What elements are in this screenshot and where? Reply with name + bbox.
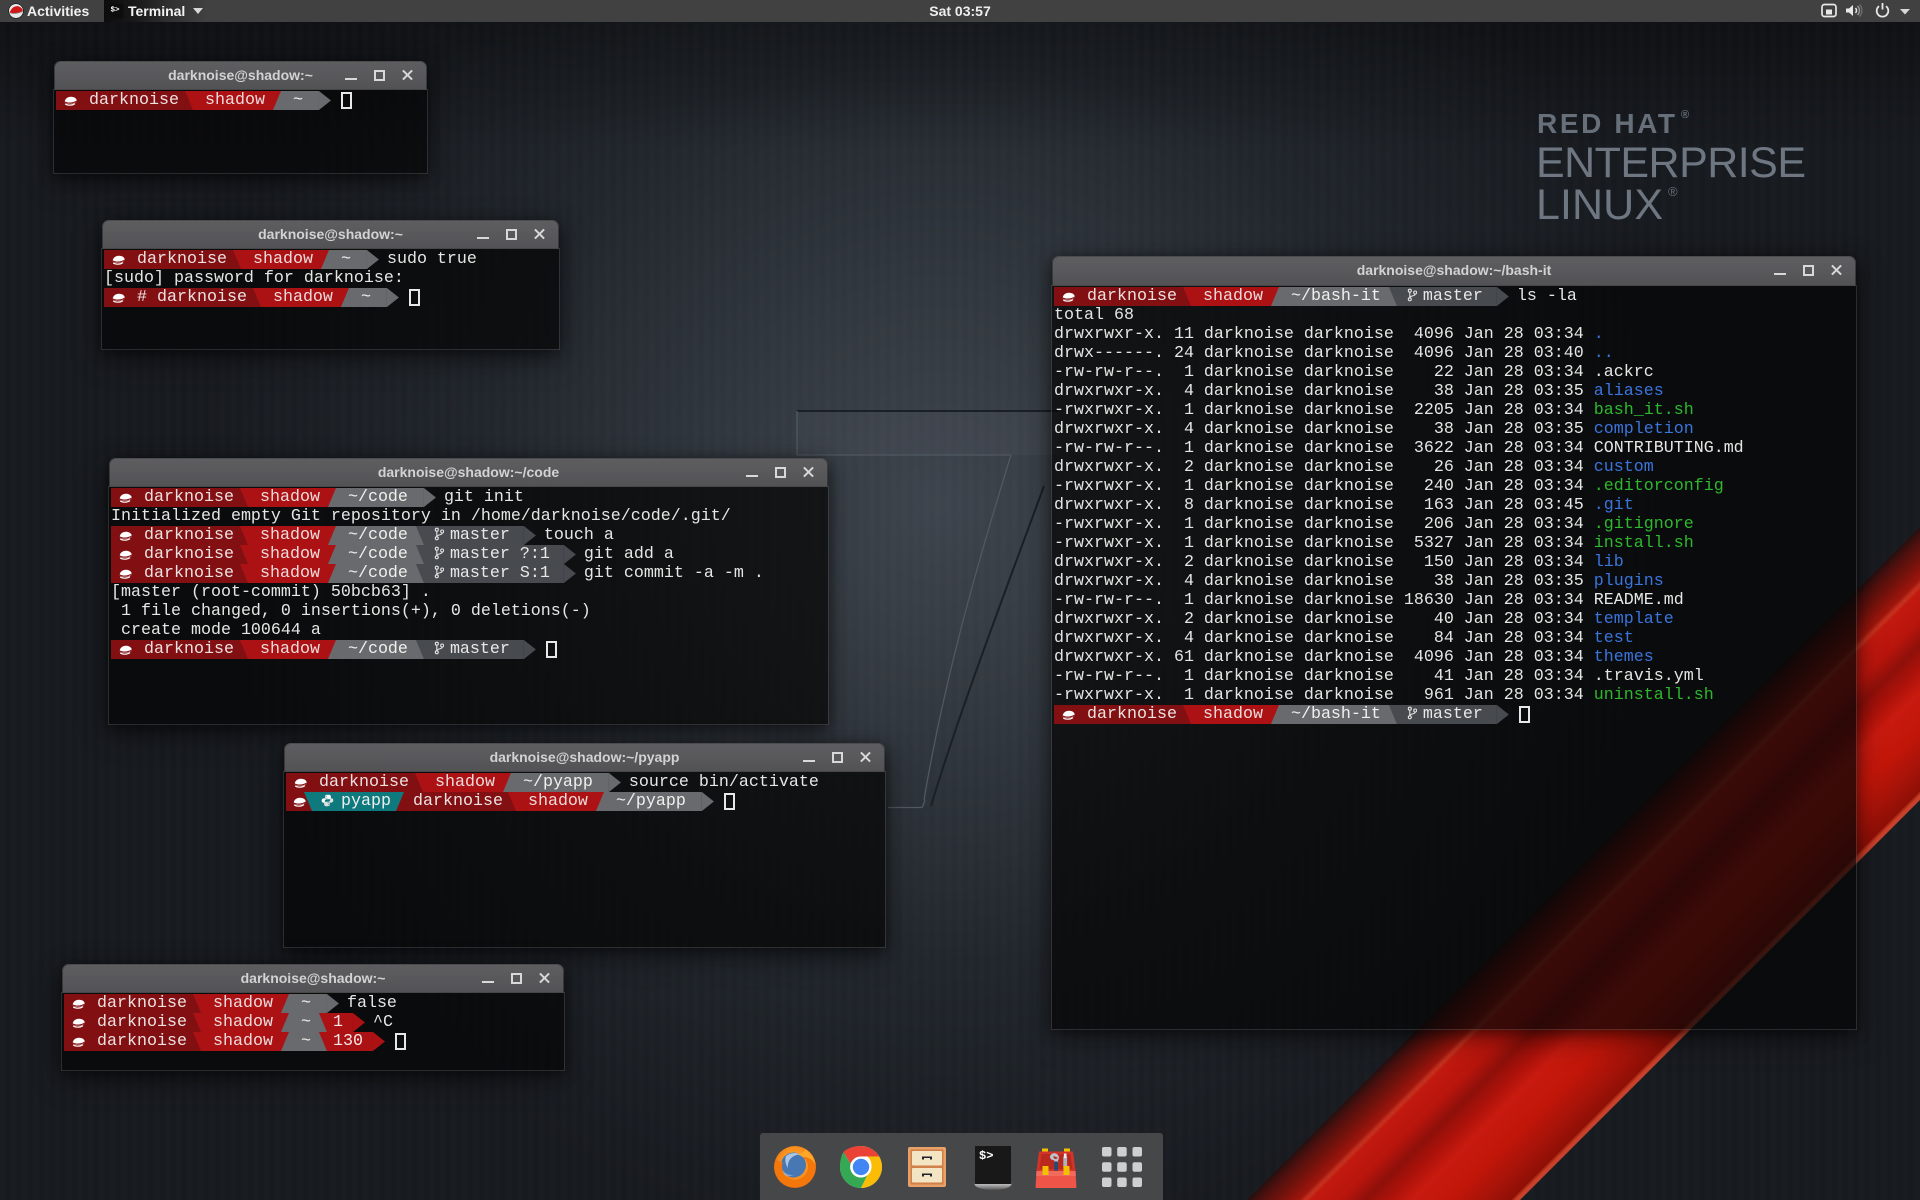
svg-text:RED HAT: RED HAT	[1537, 108, 1676, 139]
svg-text:®: ®	[1668, 184, 1678, 199]
svg-text:$>: $>	[979, 1149, 993, 1163]
svg-text:LINUX: LINUX	[1536, 181, 1663, 229]
svg-text:®: ®	[1681, 109, 1689, 121]
svg-text:ENTERPRISE: ENTERPRISE	[1536, 139, 1806, 187]
